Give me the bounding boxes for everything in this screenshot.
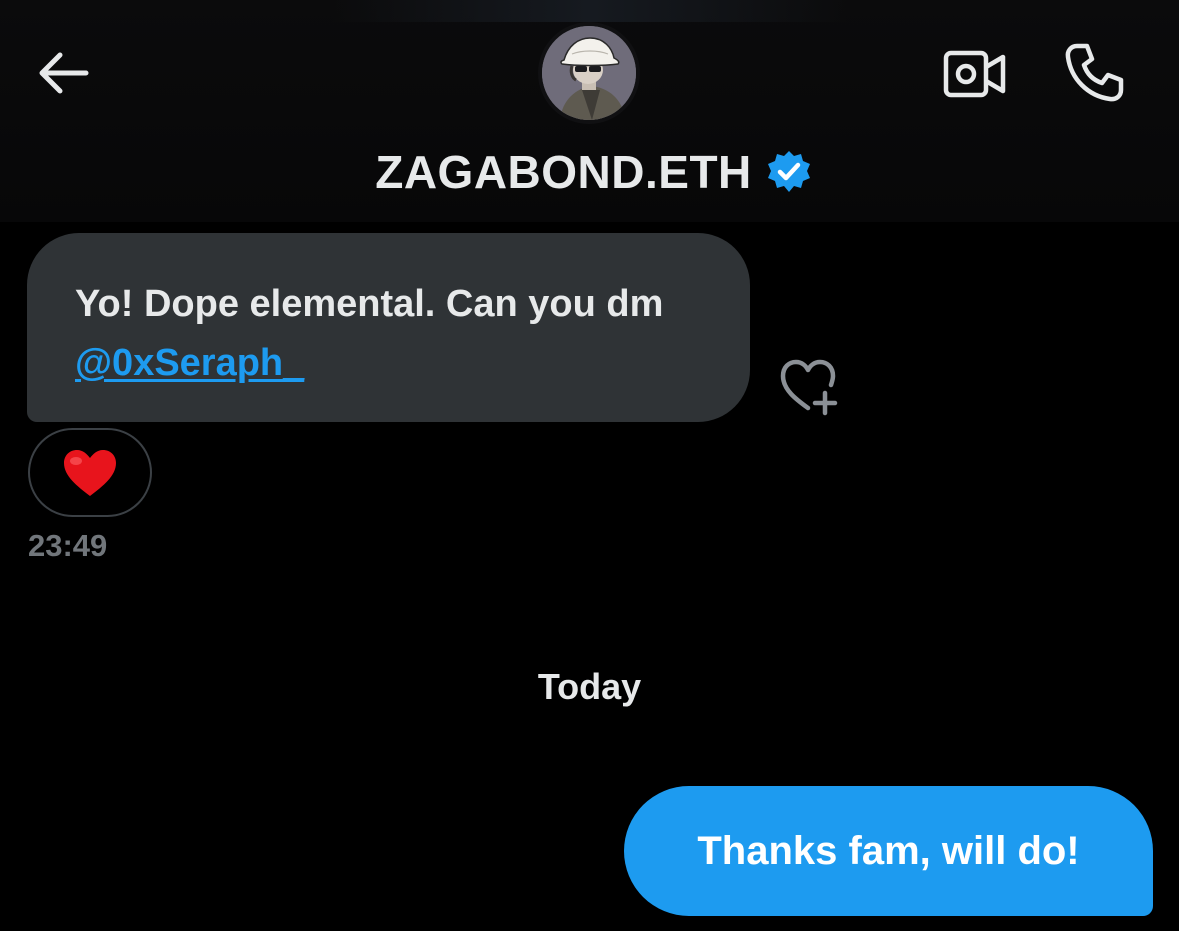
reaction-pill[interactable]: ❤️ [28,428,152,517]
verified-badge-icon [767,151,810,192]
phone-icon [1065,43,1124,102]
heart-plus-icon [780,359,838,416]
avatar-frame [538,22,640,124]
arrow-left-icon [39,52,89,94]
add-reaction-button[interactable] [776,356,844,418]
incoming-message-bubble[interactable]: Yo! Dope elemental. Can you dm @0xSeraph… [27,233,750,422]
incoming-message-text: Yo! Dope elemental. Can you dm [75,283,664,325]
avatar[interactable] [542,26,636,120]
outgoing-message-text: Thanks fam, will do! [697,828,1080,873]
mention-link[interactable]: @0xSeraph_ [75,342,304,384]
date-separator: Today [537,666,642,707]
video-call-button[interactable] [938,42,1012,106]
contact-name-row: ZAGABOND.ETH [0,142,1179,202]
contact-name[interactable]: ZAGABOND.ETH [375,145,752,199]
conversation-header: ZAGABOND.ETH [0,0,1179,222]
red-heart-icon [64,449,116,496]
outgoing-message-bubble[interactable]: Thanks fam, will do! [624,786,1153,916]
back-button[interactable] [30,45,94,101]
phone-call-button[interactable] [1058,38,1130,108]
dm-conversation-screen: ZAGABOND.ETH Yo! Dope elemental. Can you… [0,0,1179,931]
video-camera-icon [943,50,1006,98]
header-glow [330,0,850,22]
message-timestamp: 23:49 [28,528,108,563]
